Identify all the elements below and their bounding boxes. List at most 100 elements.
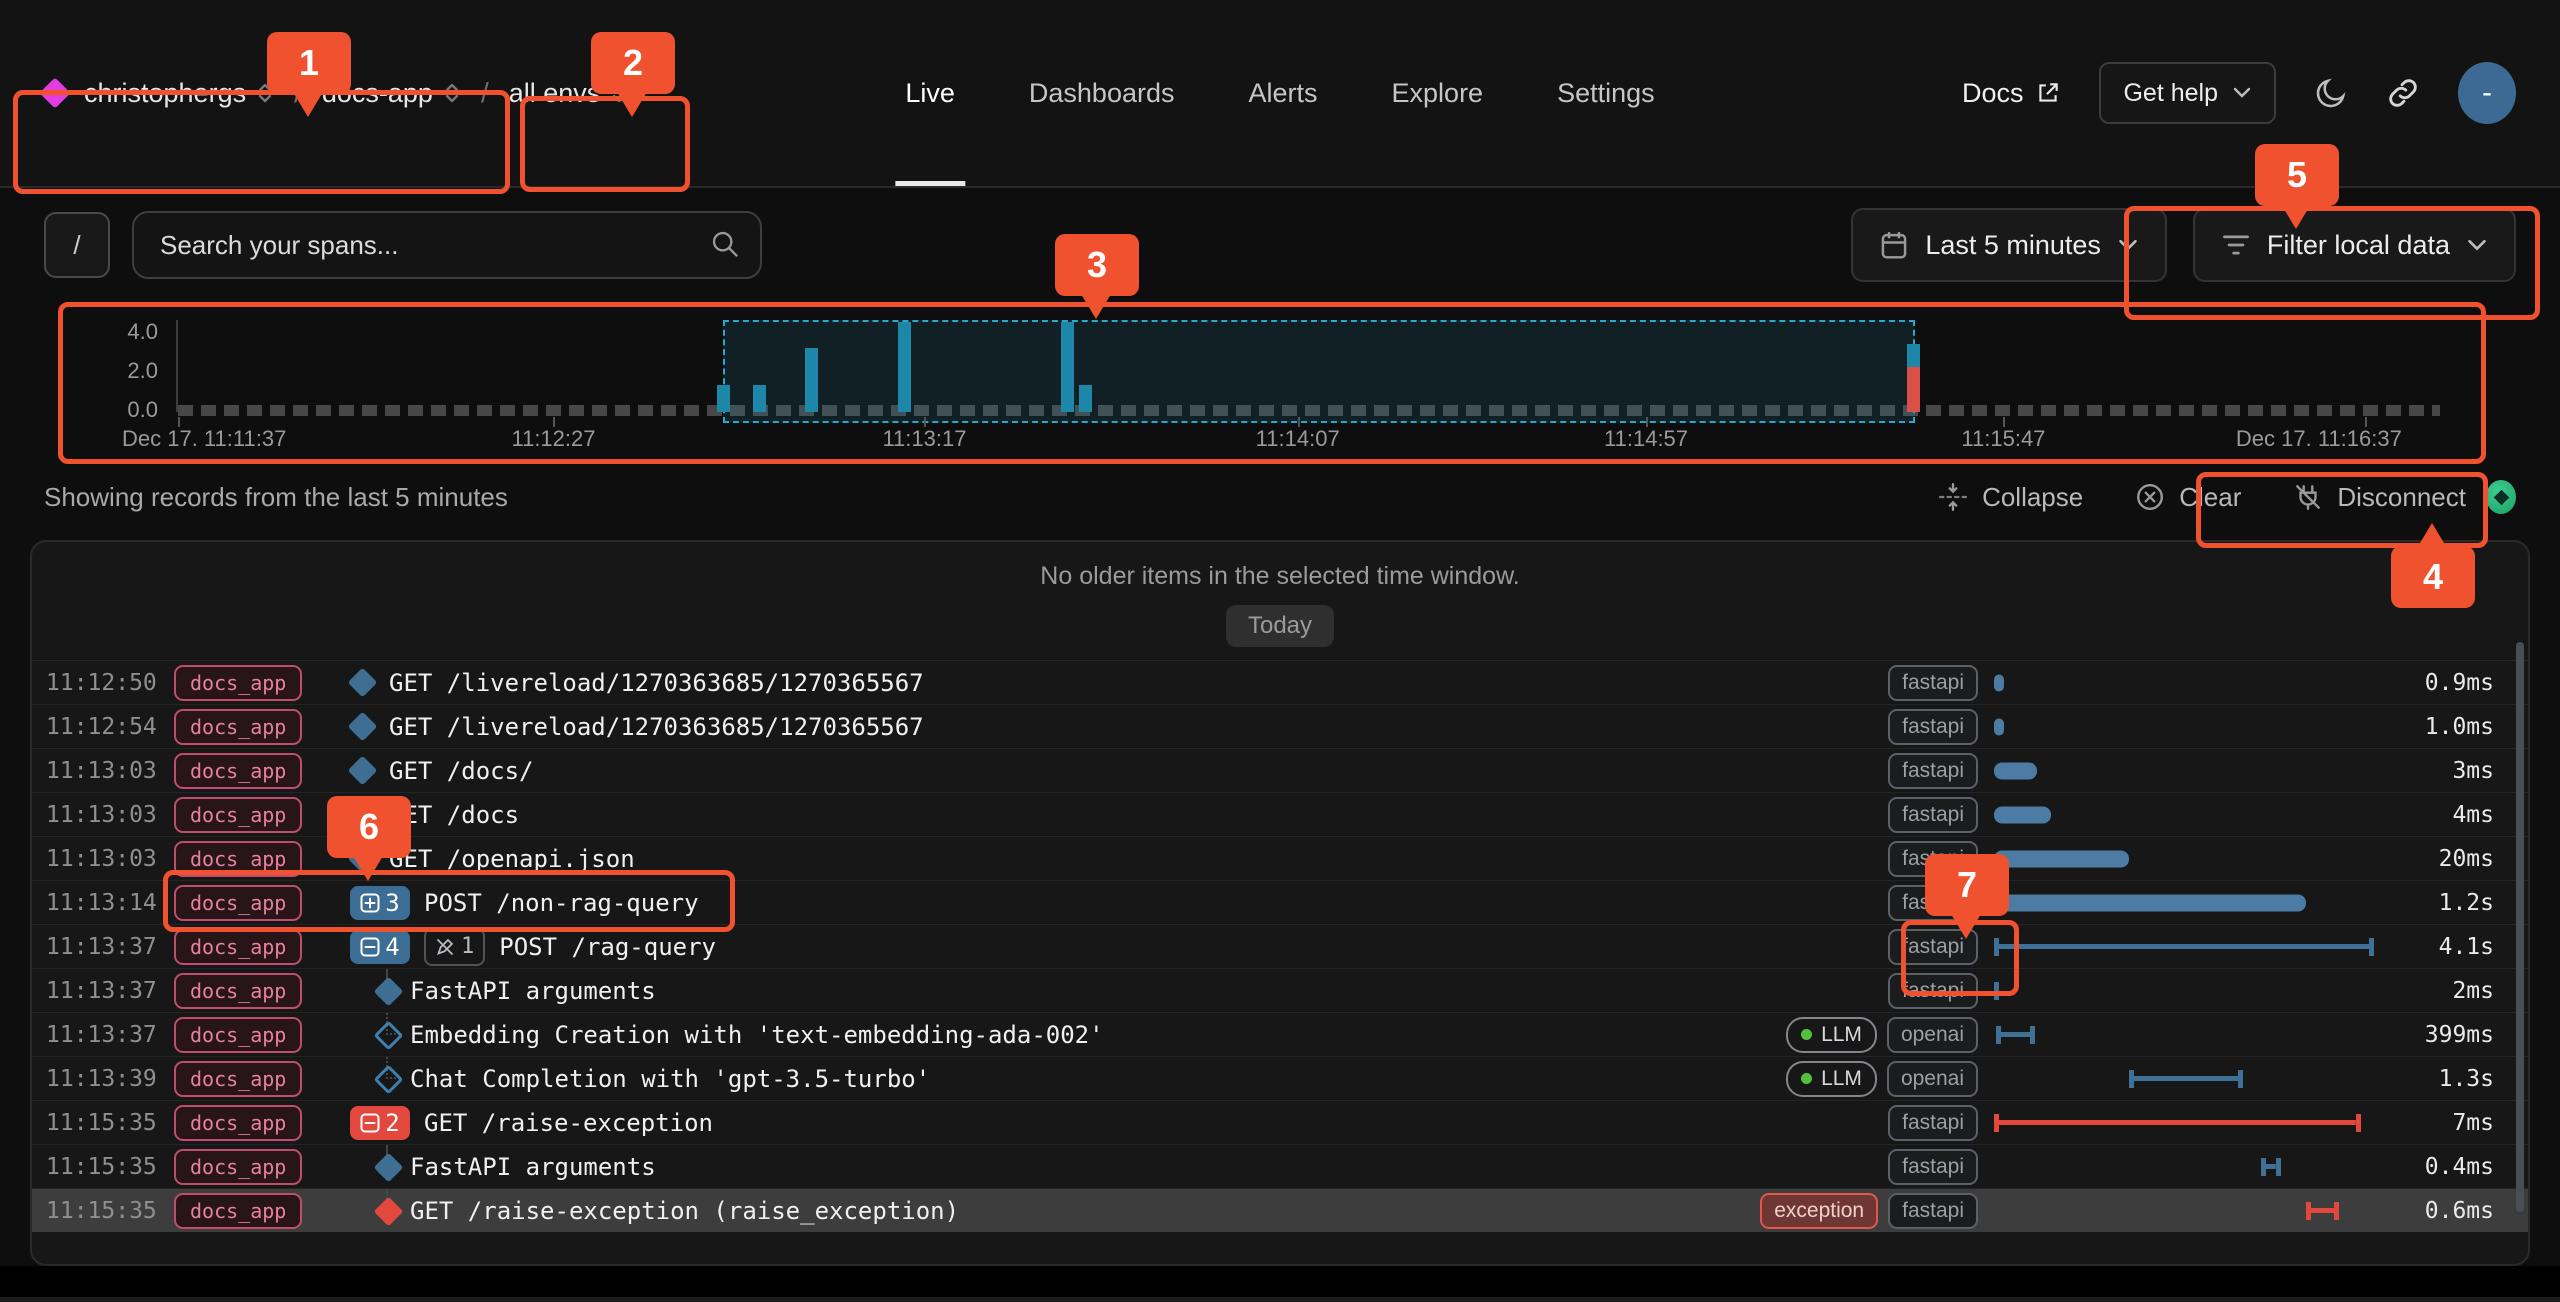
user-avatar[interactable]: - <box>2458 62 2516 124</box>
share-link-icon[interactable] <box>2386 76 2420 110</box>
tab-settings[interactable]: Settings <box>1557 0 1655 186</box>
row-timestamp: 11:13:37 <box>32 934 174 960</box>
search-input[interactable] <box>132 211 762 279</box>
row-timestamp: 11:15:35 <box>32 1110 174 1136</box>
service-name-tag[interactable]: docs_app <box>174 1149 302 1185</box>
annotation-badge-4: 4 <box>2391 546 2475 608</box>
service-name-tag[interactable]: docs_app <box>174 929 302 965</box>
theme-toggle-moon-icon[interactable] <box>2314 76 2348 110</box>
disconnect-button[interactable]: Disconnect <box>2293 480 2516 514</box>
table-row[interactable]: 11:15:35 docs_app GET /raise-exception (… <box>32 1188 2528 1232</box>
framework-tag[interactable]: fastapi <box>1888 797 1978 833</box>
framework-tag[interactable]: fastapi <box>1888 1193 1978 1229</box>
table-row[interactable]: 11:12:54 docs_app GET /livereload/127036… <box>32 704 2528 748</box>
framework-tag[interactable]: fastapi <box>1888 1149 1978 1185</box>
llm-tag[interactable]: LLM <box>1786 1061 1877 1097</box>
span-duration-bar <box>1994 806 2051 823</box>
x-tick-label: 11:14:07 <box>1256 426 1340 452</box>
service-name-tag[interactable]: docs_app <box>174 841 302 877</box>
table-row[interactable]: 11:13:14 docs_app 3POST /non-rag-query f… <box>32 880 2528 924</box>
showing-records-text: Showing records from the last 5 minutes <box>44 482 508 513</box>
histogram-bar <box>898 322 911 412</box>
service-name-tag[interactable]: docs_app <box>174 1193 302 1229</box>
collapse-children-badge[interactable]: 4 <box>350 930 410 964</box>
duration-bar-lane <box>1994 1013 2384 1056</box>
span-duration-bar <box>1994 894 2306 911</box>
span-name: POST /non-rag-query <box>424 889 699 917</box>
main-nav: Live Dashboards Alerts Explore Settings <box>905 0 1654 186</box>
table-row[interactable]: 11:12:50 docs_app GET /livereload/127036… <box>32 660 2528 704</box>
logfire-live-view: christophergs / docs-app / all envs Live… <box>0 0 2560 1302</box>
service-name-tag[interactable]: docs_app <box>174 885 302 921</box>
breadcrumb-separator: / <box>481 77 489 109</box>
framework-tag[interactable]: fastapi <box>1888 709 1978 745</box>
llm-tag[interactable]: LLM <box>1786 1017 1877 1053</box>
plot-area[interactable] <box>178 318 2440 412</box>
scrollbar-thumb[interactable] <box>2516 642 2524 1212</box>
duration-bar-lane <box>1994 749 2384 792</box>
pending-count: 1 <box>461 934 474 959</box>
span-duration-bar <box>1994 762 2037 779</box>
service-name-tag[interactable]: docs_app <box>174 665 302 701</box>
duration-bar-lane <box>1994 705 2384 748</box>
span-duration-bar <box>2261 1158 2281 1176</box>
duration-value: 20ms <box>2390 846 2528 872</box>
x-axis-tick <box>553 417 555 427</box>
table-row[interactable]: 11:13:39 docs_app Chat Completion with '… <box>32 1056 2528 1100</box>
table-row[interactable]: 11:15:35 docs_app 2GET /raise-exception … <box>32 1100 2528 1144</box>
calendar-icon <box>1879 229 1909 261</box>
service-name-tag[interactable]: docs_app <box>174 1017 302 1053</box>
framework-tag[interactable]: fastapi <box>1888 973 1978 1009</box>
histogram-bar <box>717 385 730 412</box>
collapse-children-badge[interactable]: 2 <box>350 1106 410 1140</box>
org-selector[interactable]: christophergs <box>84 78 274 109</box>
duration-value: 4.1s <box>2390 934 2528 960</box>
span-main-cell: 2GET /raise-exception <box>332 1101 1770 1144</box>
service-name-tag[interactable]: docs_app <box>174 797 302 833</box>
table-row[interactable]: 11:13:37 docs_app Embedding Creation wit… <box>32 1012 2528 1056</box>
span-duration-bar <box>2306 1202 2339 1220</box>
tab-explore[interactable]: Explore <box>1392 0 1484 186</box>
table-row[interactable]: 11:13:03 docs_app GET /docs/ fastapi 3ms <box>32 748 2528 792</box>
time-range-button[interactable]: Last 5 minutes <box>1851 208 2167 282</box>
tab-live[interactable]: Live <box>905 0 955 186</box>
span-tags: fastapi <box>1770 1105 1978 1141</box>
span-duration-bar <box>1994 938 2374 956</box>
exception-tag[interactable]: exception <box>1760 1193 1878 1229</box>
service-name-tag[interactable]: docs_app <box>174 753 302 789</box>
framework-tag[interactable]: openai <box>1887 1017 1978 1053</box>
framework-tag[interactable]: fastapi <box>1888 665 1978 701</box>
table-row[interactable]: 11:13:37 docs_app 41POST /rag-query fast… <box>32 924 2528 968</box>
duration-value: 4ms <box>2390 802 2528 828</box>
tab-alerts[interactable]: Alerts <box>1248 0 1317 186</box>
service-name-tag[interactable]: docs_app <box>174 973 302 1009</box>
framework-tag[interactable]: fastapi <box>1888 1105 1978 1141</box>
table-row[interactable]: 11:15:35 docs_app FastAPI arguments fast… <box>32 1144 2528 1188</box>
framework-tag[interactable]: fastapi <box>1888 753 1978 789</box>
collapse-button[interactable]: Collapse <box>1938 482 2083 513</box>
docs-link[interactable]: Docs <box>1962 78 2062 109</box>
chevron-down-icon <box>2117 238 2139 253</box>
empty-notice: No older items in the selected time wind… <box>32 562 2528 591</box>
filter-icon <box>2221 231 2251 259</box>
llm-green-dot <box>1801 1073 1812 1084</box>
child-count: 4 <box>385 933 399 961</box>
get-help-button[interactable]: Get help <box>2099 62 2276 124</box>
pending-spans-badge[interactable]: 1 <box>424 928 485 966</box>
filter-local-data-button[interactable]: Filter local data <box>2193 208 2516 282</box>
today-pill[interactable]: Today <box>1226 605 1334 647</box>
table-row[interactable]: 11:13:37 docs_app FastAPI arguments fast… <box>32 968 2528 1012</box>
tree-connector <box>350 1189 410 1232</box>
service-name-tag[interactable]: docs_app <box>174 1105 302 1141</box>
service-name-tag[interactable]: docs_app <box>174 709 302 745</box>
clear-icon <box>2135 482 2165 512</box>
expand-children-badge[interactable]: 3 <box>350 886 410 920</box>
span-histogram[interactable]: 4.02.00.0 Dec 17. 11:11:3711:12:2711:13:… <box>0 302 2560 454</box>
chevron-down-icon <box>2232 86 2252 100</box>
service-name-tag[interactable]: docs_app <box>174 1061 302 1097</box>
clear-button[interactable]: Clear <box>2135 482 2241 513</box>
span-name: POST /rag-query <box>499 933 716 961</box>
framework-tag[interactable]: openai <box>1887 1061 1978 1097</box>
duration-value: 0.6ms <box>2390 1198 2528 1224</box>
tab-dashboards[interactable]: Dashboards <box>1029 0 1175 186</box>
